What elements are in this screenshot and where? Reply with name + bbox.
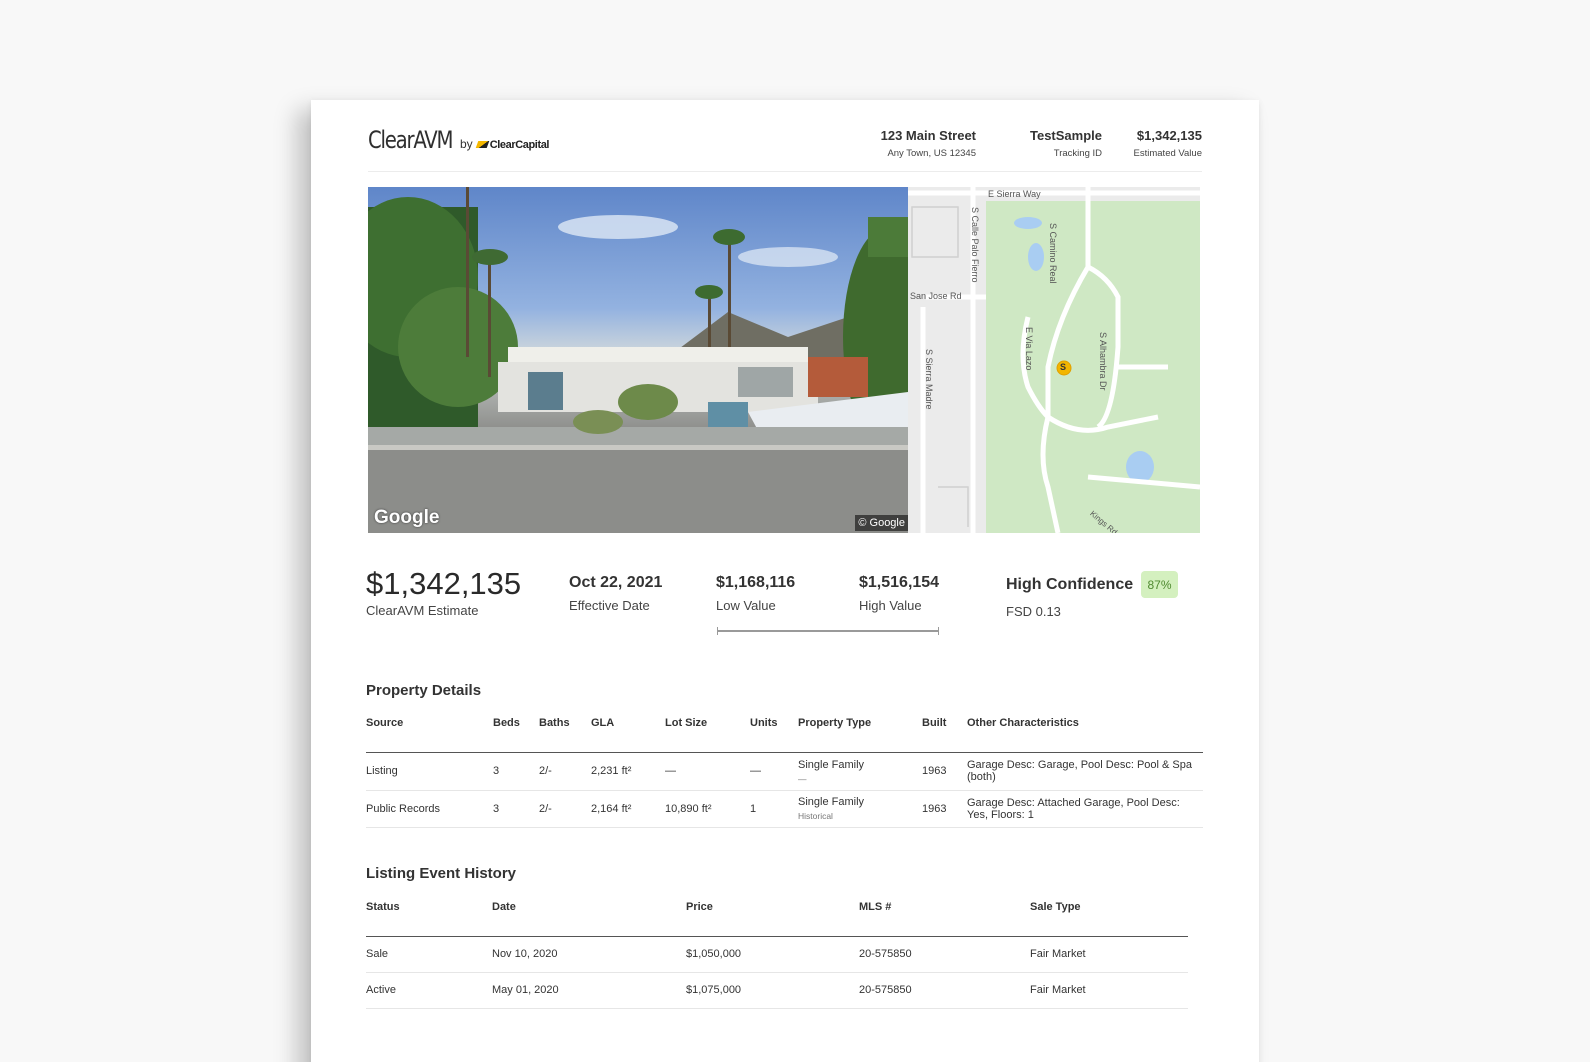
cell-baths: 2/- — [539, 790, 591, 828]
street-label-e-sierra-way: E Sierra Way — [988, 189, 1041, 199]
low-value: $1,168,116 — [716, 574, 796, 591]
cell-source: Public Records — [366, 790, 493, 828]
property-details-title: Property Details — [366, 682, 482, 699]
cell-status: Sale — [366, 936, 492, 973]
col-baths: Baths — [539, 712, 591, 753]
col-status: Status — [366, 896, 492, 937]
cell-price: $1,075,000 — [686, 972, 859, 1009]
property-details-table: Source Beds Baths GLA Lot Size Units Pro… — [366, 712, 1203, 828]
property-type: Single Family — [798, 758, 865, 771]
cell-beds: 3 — [493, 752, 539, 791]
cell-baths: 2/- — [539, 752, 591, 791]
effective-date-label: Effective Date — [569, 598, 650, 613]
col-built: Built — [922, 712, 967, 753]
estimated-value-label: Estimated Value — [1133, 148, 1202, 159]
value-range-bar — [717, 627, 939, 635]
cell-built: 1963 — [922, 790, 967, 828]
brand-name: ClearAVM — [368, 126, 454, 154]
table-row: Sale Nov 10, 2020 $1,050,000 20-575850 F… — [366, 936, 1188, 973]
table-row: Listing 3 2/- 2,231 ft² — — Single Famil… — [366, 752, 1203, 791]
clearcapital-mark-icon — [475, 141, 489, 148]
col-lot-size: Lot Size — [665, 712, 750, 753]
col-gla: GLA — [591, 712, 665, 753]
street-view-illustration — [368, 187, 908, 533]
cell-beds: 3 — [493, 790, 539, 828]
property-type-note: — — [798, 773, 807, 784]
table-row: Active May 01, 2020 $1,075,000 20-575850… — [366, 972, 1188, 1009]
cell-price: $1,050,000 — [686, 936, 859, 973]
location-map[interactable]: S E Sierra Way S Camino Real S Calle Pal… — [908, 187, 1200, 533]
clearavm-estimate-value: $1,342,135 — [366, 566, 522, 601]
tracking-block: TestSample Tracking ID — [1001, 128, 1102, 159]
street-label-s-calle-palo-fierro: S Calle Palo Fierro — [970, 207, 980, 283]
cell-date: Nov 10, 2020 — [492, 936, 686, 973]
cell-built: 1963 — [922, 752, 967, 791]
cell-date: May 01, 2020 — [492, 972, 686, 1009]
street-label-s-alhambra-dr: S Alhambra Dr — [1098, 332, 1108, 391]
effective-date-value: Oct 22, 2021 — [569, 574, 663, 591]
listing-history-header-row: Status Date Price MLS # Sale Type — [366, 896, 1188, 937]
confidence-percent-badge: 87% — [1141, 571, 1178, 598]
cell-sale-type: Fair Market — [1030, 972, 1188, 1009]
table-row: Public Records 3 2/- 2,164 ft² 10,890 ft… — [366, 790, 1203, 828]
cell-status: Active — [366, 972, 492, 1009]
cell-gla: 2,164 ft² — [591, 790, 665, 828]
address-line2: Any Town, US 12345 — [887, 148, 976, 159]
cell-lot-size: — — [665, 752, 750, 791]
tracking-id-label: Tracking ID — [1053, 148, 1102, 159]
cell-other: Garage Desc: Garage, Pool Desc: Pool & S… — [967, 752, 1203, 791]
col-other-characteristics: Other Characteristics — [967, 712, 1203, 753]
property-type-note: Historical — [798, 811, 833, 821]
cell-other: Garage Desc: Attached Garage, Pool Desc:… — [967, 790, 1203, 828]
google-copyright: © Google — [855, 515, 908, 531]
brand-by: by — [460, 137, 473, 151]
address-block: 123 Main Street Any Town, US 12345 — [831, 128, 976, 159]
cell-gla: 2,231 ft² — [591, 752, 665, 791]
company-name: ClearCapital — [489, 139, 550, 151]
property-details-header-row: Source Beds Baths GLA Lot Size Units Pro… — [366, 712, 1203, 753]
address-line1: 123 Main Street — [880, 128, 976, 143]
col-property-type: Property Type — [798, 712, 922, 753]
col-sale-type: Sale Type — [1030, 896, 1188, 937]
col-source: Source — [366, 712, 493, 753]
cell-sale-type: Fair Market — [1030, 936, 1188, 973]
report-page: ClearAVM by ClearCapital 123 Main Street… — [311, 100, 1259, 1062]
google-watermark: Google — [374, 507, 440, 528]
listing-history-title: Listing Event History — [366, 865, 517, 882]
cell-mls: 20-575850 — [859, 972, 1030, 1009]
property-type: Single Family — [798, 796, 865, 808]
street-label-s-camino-real: S Camino Real — [1048, 223, 1058, 284]
clearavm-logo: ClearAVM by ClearCapital — [368, 126, 549, 154]
cell-units: 1 — [750, 790, 798, 828]
col-price: Price — [686, 896, 859, 937]
low-value-label: Low Value — [716, 598, 776, 613]
tracking-id-value: TestSample — [1029, 128, 1102, 143]
listing-history-table: Status Date Price MLS # Sale Type Sale N… — [366, 896, 1188, 1009]
high-value: $1,516,154 — [859, 574, 940, 591]
col-units: Units — [750, 712, 798, 753]
col-date: Date — [492, 896, 686, 937]
clearavm-estimate-label: ClearAVM Estimate — [366, 603, 479, 618]
street-label-e-via-lazo: E Via Lazo — [1024, 327, 1034, 371]
estimated-value: $1,342,135 — [1136, 128, 1202, 143]
high-value-label: High Value — [859, 598, 922, 613]
map-marker-label: S — [1060, 362, 1067, 372]
estimated-value-block: $1,342,135 Estimated Value — [1111, 128, 1202, 159]
confidence-level: High Confidence — [1006, 576, 1134, 593]
col-beds: Beds — [493, 712, 539, 753]
cell-property-type: Single Family Historical — [798, 790, 922, 828]
street-label-san-jose-rd: San Jose Rd — [910, 291, 962, 301]
street-label-s-sierra-madre: S Sierra Madre — [924, 349, 934, 410]
cell-units: — — [750, 752, 798, 791]
cell-property-type: Single Family — — [798, 752, 922, 791]
cell-lot-size: 10,890 ft² — [665, 790, 750, 828]
cell-mls: 20-575850 — [859, 936, 1030, 973]
cell-source: Listing — [366, 752, 493, 791]
fsd-value: FSD 0.13 — [1006, 604, 1061, 619]
street-view-photo: Google © Google — [368, 187, 908, 533]
col-mls: MLS # — [859, 896, 1030, 937]
header-divider — [368, 171, 1202, 172]
